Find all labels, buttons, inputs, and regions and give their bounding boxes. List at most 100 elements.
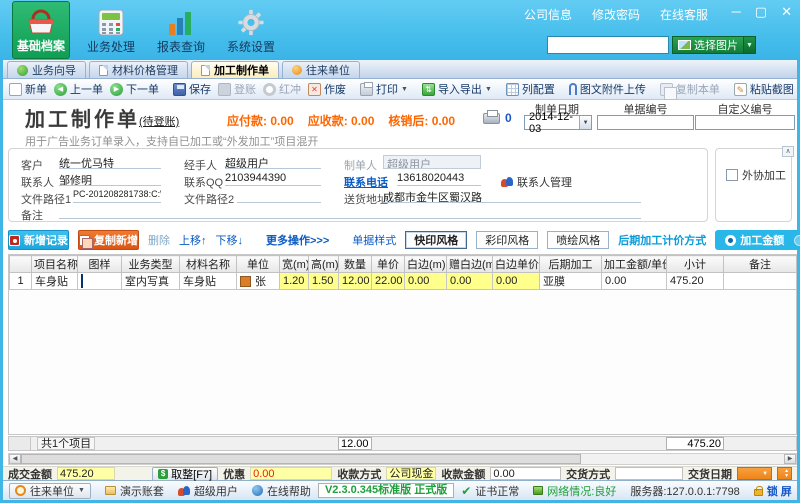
scroll-left-icon[interactable]: ◀: [9, 454, 21, 464]
cell-white[interactable]: 0.00: [404, 272, 447, 290]
cell-price[interactable]: 22.00: [371, 272, 405, 290]
import-export-button[interactable]: ⇅ 导入导出 ▼: [421, 81, 492, 97]
cell-postprocess[interactable]: 亚膜: [539, 272, 602, 290]
tab-processing-order[interactable]: 加工制作单: [191, 61, 279, 78]
phone-input[interactable]: 13618020443: [397, 172, 481, 186]
nav-business[interactable]: 业务处理: [82, 1, 140, 59]
table-row[interactable]: 1 车身贴 室内写真 车身贴 张 1.20 1.50 12.00 22.00 0…: [9, 272, 797, 290]
style-inkjet-button[interactable]: 喷绘风格: [547, 231, 610, 249]
col-subtotal[interactable]: 小计: [666, 255, 724, 273]
contact-input[interactable]: 邹修明: [59, 172, 161, 186]
cell-subtotal[interactable]: 475.20: [666, 272, 724, 290]
minimize-button[interactable]: ─: [732, 4, 741, 20]
void-button[interactable]: ✕ 作废: [308, 81, 346, 97]
item-thumbnail[interactable]: [81, 274, 83, 288]
close-button[interactable]: ✕: [781, 4, 792, 20]
horizontal-scrollbar[interactable]: ◀ ▶: [8, 453, 797, 465]
style-colorprint-button[interactable]: 彩印风格: [476, 231, 539, 249]
cell-biztype[interactable]: 室内写真: [121, 272, 180, 290]
next-order-button[interactable]: ▶ 下一单: [110, 81, 159, 97]
cell-name[interactable]: 车身贴: [31, 272, 78, 290]
discount-input[interactable]: 0.00: [250, 467, 333, 480]
path2-input[interactable]: [237, 189, 321, 203]
col-white[interactable]: 白边(m): [404, 255, 447, 273]
collapse-panel-button[interactable]: ∧: [782, 146, 794, 157]
delete-row-link[interactable]: 删除: [148, 232, 170, 248]
col-giftwhite[interactable]: 赠白边(m): [446, 255, 493, 273]
scrollbar-thumb[interactable]: [21, 454, 581, 464]
save-button[interactable]: 保存: [173, 81, 211, 97]
col-name[interactable]: 项目名称: [31, 255, 78, 273]
remark-input[interactable]: [59, 205, 641, 219]
delivery-date-combo[interactable]: ▼: [736, 467, 773, 480]
cell-unit[interactable]: 张: [236, 272, 280, 290]
cell-whiteprice[interactable]: 0.00: [492, 272, 540, 290]
maximize-button[interactable]: ▢: [755, 4, 767, 20]
nav-reports[interactable]: 报表查询: [152, 1, 210, 59]
cell-remark[interactable]: [723, 272, 797, 290]
contact-manage-button[interactable]: 联系人管理: [501, 174, 572, 190]
col-remark[interactable]: 备注: [723, 255, 797, 273]
cell-postamount[interactable]: 0.00: [601, 272, 667, 290]
col-unit[interactable]: 单位: [236, 255, 280, 273]
col-height[interactable]: 高(m): [308, 255, 339, 273]
paste-screenshot-button[interactable]: ✎ 粘贴截图: [733, 81, 794, 97]
online-help[interactable]: 在线帮助: [251, 483, 311, 499]
col-biztype[interactable]: 业务类型: [121, 255, 180, 273]
pay-method-input[interactable]: 公司现金: [386, 467, 437, 480]
pricing-amount-radio[interactable]: 加工金额: [725, 232, 784, 248]
company-info-link[interactable]: 公司信息: [524, 6, 572, 23]
prev-order-button[interactable]: ◀ 上一单: [54, 81, 103, 97]
col-image[interactable]: 图样: [77, 255, 122, 273]
copy-add-button[interactable]: 复制新增: [78, 230, 139, 250]
current-user[interactable]: 超级用户: [177, 483, 238, 499]
cell-qty[interactable]: 12.00: [338, 272, 372, 290]
col-postprocess[interactable]: 后期加工: [539, 255, 602, 273]
lock-screen-button[interactable]: 锁屏: [753, 483, 795, 499]
customno-input[interactable]: [695, 115, 795, 130]
address-input[interactable]: 成都市金牛区蜀汉路: [383, 189, 641, 203]
delivery-method-input[interactable]: [615, 467, 683, 480]
move-up-link[interactable]: 上移↑: [179, 232, 207, 248]
deal-amount-input[interactable]: 475.20: [57, 467, 115, 480]
nav-basic-files[interactable]: 基础档案: [12, 1, 70, 59]
new-order-button[interactable]: 新单: [9, 81, 47, 97]
path1-input[interactable]: PC-201208281738:C:\Users: [73, 189, 161, 203]
add-record-button[interactable]: 新增记录: [8, 230, 69, 250]
outsource-option[interactable]: 外协加工: [726, 167, 786, 183]
tab-business-wizard[interactable]: 业务向导: [7, 61, 86, 78]
cell-material[interactable]: 车身贴: [179, 272, 237, 290]
date-dropdown-icon[interactable]: ▼: [579, 116, 591, 129]
col-material[interactable]: 材料名称: [179, 255, 237, 273]
qq-input[interactable]: 2103944390: [225, 172, 321, 186]
cell-giftwhite[interactable]: 0.00: [446, 272, 493, 290]
move-down-link[interactable]: 下移↓: [216, 232, 244, 248]
cell-image[interactable]: [77, 272, 122, 290]
col-width[interactable]: 宽(m): [279, 255, 309, 273]
select-image-button[interactable]: 选择图片: [672, 36, 744, 54]
online-service-link[interactable]: 在线客服: [660, 6, 708, 23]
col-whiteprice[interactable]: 白边单价: [492, 255, 540, 273]
col-price[interactable]: 单价: [371, 255, 405, 273]
account-set[interactable]: 演示账套: [104, 483, 164, 499]
handler-input[interactable]: 超级用户: [225, 155, 321, 169]
attachment-upload-button[interactable]: 图文附件上传: [568, 81, 646, 97]
style-quickprint-button[interactable]: 快印风格: [405, 231, 468, 249]
tab-material-price[interactable]: 材料价格管理: [89, 61, 188, 78]
col-qty[interactable]: 数量: [338, 255, 372, 273]
cell-height[interactable]: 1.50: [308, 272, 339, 290]
color-swatch-icon[interactable]: [240, 276, 251, 287]
posting-status-link[interactable]: (待登账): [139, 113, 179, 129]
round-button[interactable]: $ 取整[F7]: [152, 466, 219, 481]
select-image-dropdown[interactable]: ▼: [744, 36, 756, 54]
column-config-button[interactable]: 列配置: [505, 81, 555, 97]
customer-input[interactable]: 统一优马特: [59, 155, 161, 169]
print-button[interactable]: 打印 ▼: [360, 81, 408, 97]
pricing-unitprice-radio[interactable]: 加工单价: [794, 232, 800, 248]
cell-width[interactable]: 1.20: [279, 272, 309, 290]
order-date-combo[interactable]: 2014-12-03 ▼: [524, 111, 592, 135]
change-password-link[interactable]: 修改密码: [592, 6, 640, 23]
docno-input[interactable]: [597, 115, 694, 130]
more-actions-link[interactable]: 更多操作>>>: [266, 232, 329, 248]
col-postamount[interactable]: 加工金额/单价: [601, 255, 667, 273]
